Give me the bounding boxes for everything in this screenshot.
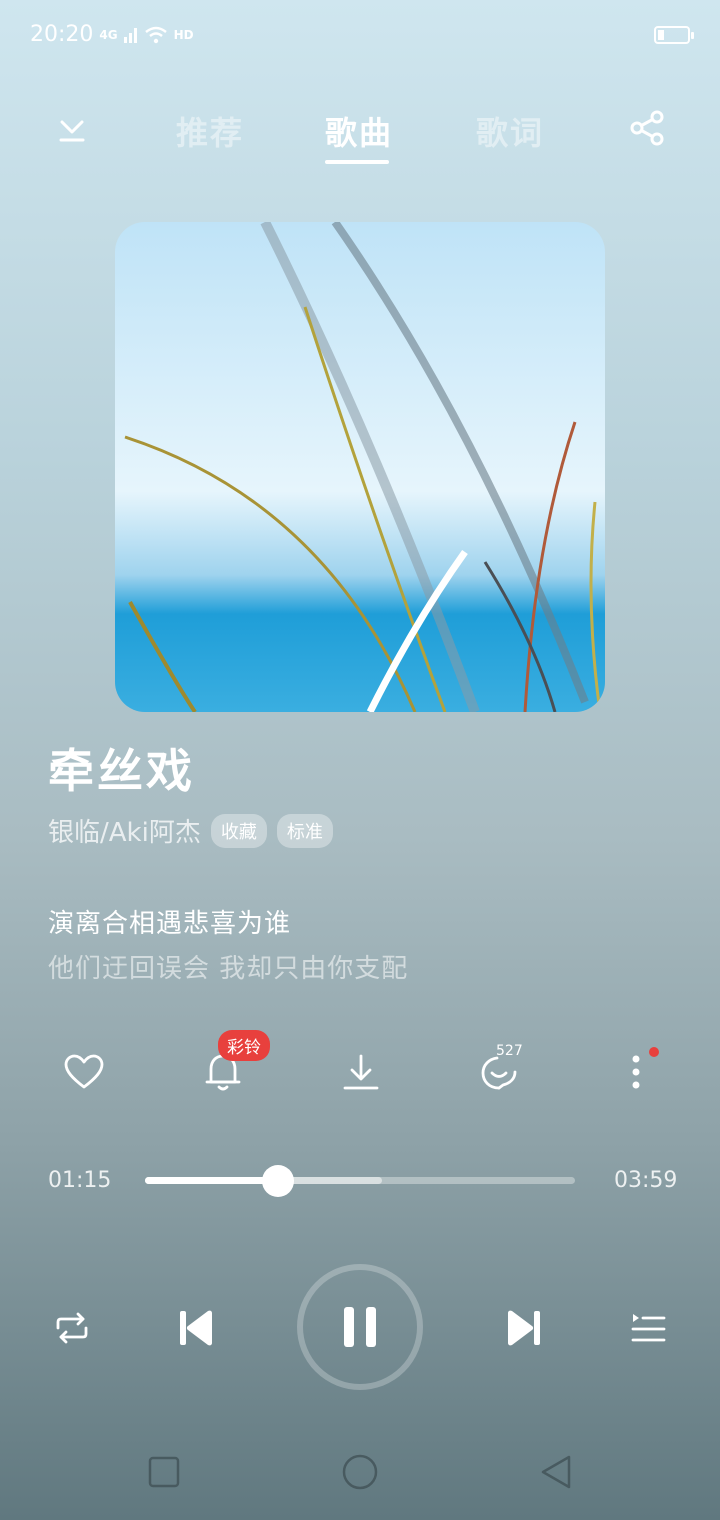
quality-badge[interactable]: 标准 xyxy=(276,813,333,848)
download-icon xyxy=(343,1054,379,1090)
song-artist-row: 银临/Aki阿杰 收藏 标准 xyxy=(48,812,333,849)
nav-home-button[interactable] xyxy=(338,1450,382,1494)
comment-count: 527 xyxy=(496,1043,523,1059)
repeat-icon xyxy=(56,1312,88,1344)
status-time: 20:20 xyxy=(30,22,94,47)
nav-recent-icon xyxy=(148,1456,180,1488)
signal-icon xyxy=(123,27,137,43)
previous-button[interactable] xyxy=(168,1300,224,1356)
battery-icon xyxy=(654,26,694,44)
notification-dot xyxy=(649,1047,659,1057)
like-button[interactable] xyxy=(56,1048,112,1096)
active-tab-indicator xyxy=(325,160,389,164)
progress-handle[interactable] xyxy=(262,1165,295,1197)
more-vertical-icon xyxy=(632,1055,640,1089)
lyric-next-line[interactable]: 他们迂回误会 我却只由你支配 xyxy=(48,948,408,985)
share-icon xyxy=(630,110,664,146)
nav-home-icon xyxy=(342,1454,378,1490)
previous-icon xyxy=(180,1310,212,1346)
hd-label: HD xyxy=(173,27,194,42)
heart-icon xyxy=(64,1054,104,1089)
next-button[interactable] xyxy=(496,1300,552,1356)
network-label: 4G xyxy=(99,27,118,42)
total-time: 03:59 xyxy=(614,1168,678,1193)
collapse-down-icon xyxy=(59,120,85,142)
playlist-button[interactable] xyxy=(620,1300,676,1356)
play-pause-button[interactable] xyxy=(297,1264,423,1390)
collapse-button[interactable] xyxy=(52,108,92,148)
lyric-current-line[interactable]: 演离合相遇悲喜为谁 xyxy=(48,903,291,940)
next-icon xyxy=(508,1310,540,1346)
progress-played xyxy=(145,1177,279,1184)
share-button[interactable] xyxy=(627,108,667,148)
nav-back-button[interactable] xyxy=(534,1450,578,1494)
nav-back-icon xyxy=(541,1455,571,1489)
album-art-image xyxy=(115,222,605,712)
repeat-button[interactable] xyxy=(44,1300,100,1356)
pause-icon xyxy=(344,1307,376,1347)
playlist-icon xyxy=(631,1314,666,1342)
download-button[interactable] xyxy=(333,1048,389,1096)
song-artist[interactable]: 银临/Aki阿杰 xyxy=(48,812,201,849)
current-time: 01:15 xyxy=(48,1168,112,1193)
song-title: 牵丝戏 xyxy=(48,744,195,798)
nav-recent-button[interactable] xyxy=(142,1450,186,1494)
tab-song[interactable]: 歌曲 xyxy=(325,108,393,154)
ringtone-badge: 彩铃 xyxy=(218,1030,270,1061)
status-bar: 20:20 4G HD xyxy=(30,22,194,47)
tab-recommend[interactable]: 推荐 xyxy=(176,108,244,154)
album-cover[interactable] xyxy=(115,222,605,712)
tab-lyrics[interactable]: 歌词 xyxy=(476,108,544,154)
wifi-icon xyxy=(144,26,167,43)
collect-badge[interactable]: 收藏 xyxy=(210,813,267,848)
